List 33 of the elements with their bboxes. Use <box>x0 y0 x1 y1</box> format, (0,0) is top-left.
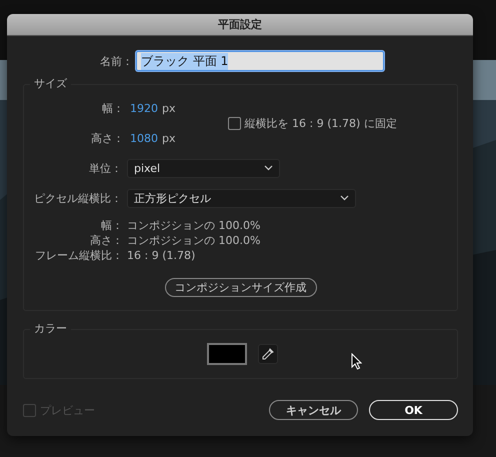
info-label: フレーム縦横比： <box>34 248 123 263</box>
pixel-aspect-dropdown[interactable]: 正方形ピクセル <box>127 188 356 208</box>
group-legend: サイズ <box>30 76 71 91</box>
dimension-label: 幅： <box>101 100 124 116</box>
info-value: コンポジションの 100.0% <box>127 233 260 248</box>
chevron-icon <box>340 195 349 201</box>
chevron-icon <box>264 165 273 171</box>
name-value: ブラック 平面 1 <box>141 52 228 70</box>
group-legend: カラー <box>30 321 71 336</box>
name-label: 名前： <box>99 54 133 68</box>
unit-text: px <box>162 132 176 144</box>
unit-text: px <box>162 102 176 114</box>
window-title: 平面設定 <box>218 17 262 32</box>
dimension-value[interactable]: 1080 <box>130 132 158 144</box>
eyedropper-button[interactable] <box>258 344 278 364</box>
dimension-value[interactable]: 1920 <box>130 102 158 114</box>
pixel-aspect-label: ピクセル縦横比： <box>33 190 122 206</box>
info-label: 高さ： <box>89 233 123 248</box>
color-swatch[interactable] <box>207 343 247 365</box>
dimension-label: 高さ： <box>90 130 124 146</box>
info-label: 幅： <box>100 218 123 233</box>
comp-size-button[interactable]: コンポジションサイズ作成 <box>164 278 316 296</box>
eyedropper-icon <box>262 348 274 360</box>
name-field[interactable]: ブラック 平面 1 <box>136 51 384 71</box>
info-value: コンポジションの 100.0% <box>127 218 260 233</box>
units-label: 単位： <box>88 160 122 176</box>
units-dropdown[interactable]: pixel <box>127 158 280 178</box>
ok-button[interactable]: OK <box>369 400 458 420</box>
checkbox-label: 縦横比を 16 : 9 (1.78) に固定 <box>244 116 397 130</box>
cancel-button[interactable]: キャンセル <box>269 400 358 420</box>
checkbox[interactable] <box>228 116 240 130</box>
info-value: 16 : 9 (1.78) <box>127 249 196 262</box>
cursor-icon <box>351 353 362 370</box>
